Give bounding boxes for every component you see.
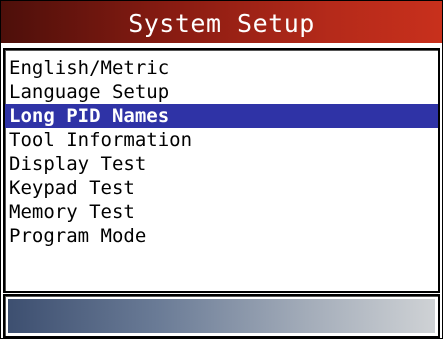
status-gradient-bar [8, 299, 435, 333]
title-bar: System Setup [1, 1, 442, 43]
scan-tool-screen: System Setup English/Metric Language Set… [0, 0, 443, 339]
page-title: System Setup [128, 8, 315, 38]
menu-item-tool-information[interactable]: Tool Information [5, 128, 438, 152]
menu-item-memory-test[interactable]: Memory Test [5, 200, 438, 224]
menu-item-english-metric[interactable]: English/Metric [5, 56, 438, 80]
menu-list: English/Metric Language Setup Long PID N… [5, 56, 438, 248]
menu-item-display-test[interactable]: Display Test [5, 152, 438, 176]
menu-item-long-pid-names[interactable]: Long PID Names [5, 104, 438, 128]
menu-item-language-setup[interactable]: Language Setup [5, 80, 438, 104]
menu-panel: English/Metric Language Setup Long PID N… [3, 48, 440, 293]
menu-item-keypad-test[interactable]: Keypad Test [5, 176, 438, 200]
menu-item-program-mode[interactable]: Program Mode [5, 224, 438, 248]
status-panel [3, 294, 440, 338]
